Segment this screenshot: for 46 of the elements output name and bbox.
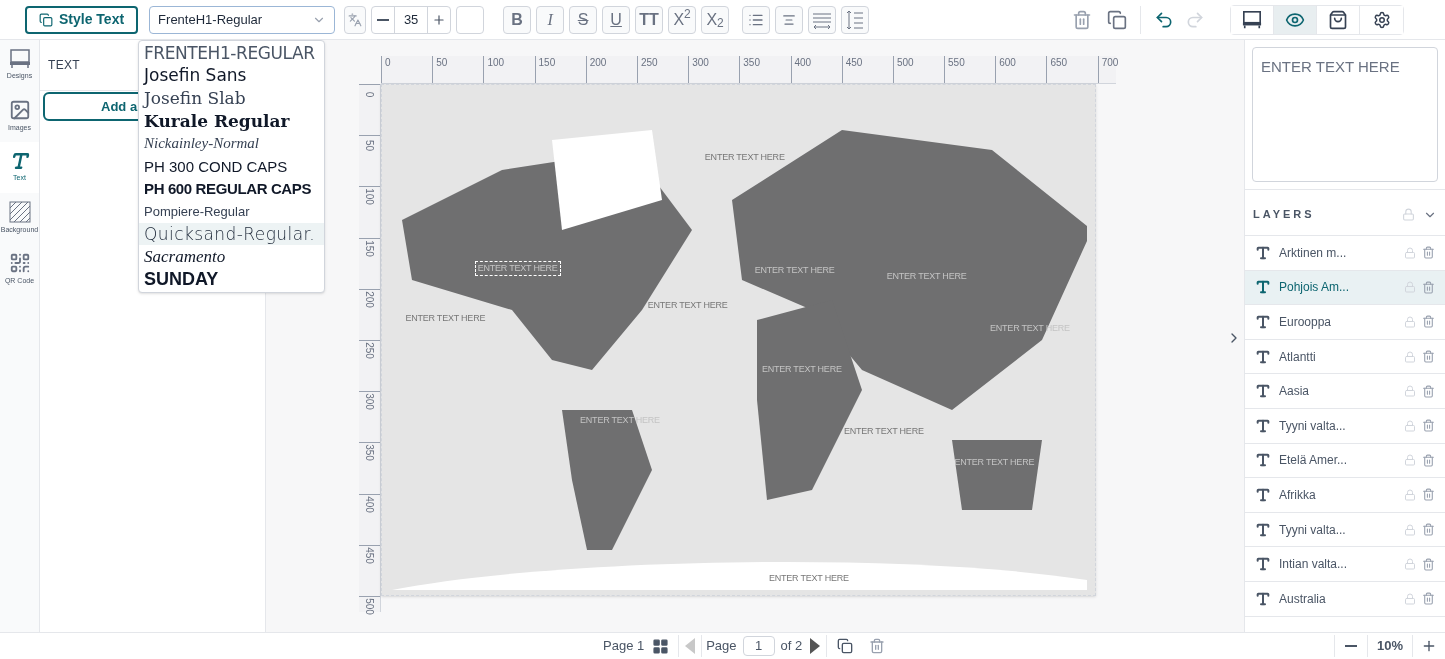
format-button[interactable]: I: [536, 5, 565, 34]
text-input-field[interactable]: ENTER TEXT HERE: [1252, 47, 1438, 182]
canvas-text[interactable]: ENTER TEXT HERE: [841, 425, 926, 439]
layer-row[interactable]: Pohjois Am...: [1245, 270, 1445, 306]
font-option[interactable]: Quicksand-Regular.: [139, 222, 324, 246]
font-select[interactable]: FrenteH1-Regular: [149, 5, 336, 34]
format-button[interactable]: S: [569, 5, 598, 34]
style-text-button[interactable]: Style Text: [25, 5, 139, 34]
layer-name: Eurooppa: [1279, 314, 1333, 331]
layer-name: Aasia: [1279, 383, 1311, 401]
font-option[interactable]: Kurale Regular: [139, 109, 324, 133]
font-option[interactable]: Nickainley-Normal: [139, 132, 324, 155]
font-option[interactable]: Sacramento: [139, 245, 324, 268]
layer-name: Arktinen m...: [1279, 244, 1348, 262]
font-option[interactable]: Josefin Slab: [139, 87, 324, 110]
format-button[interactable]: X$^{2}$: [668, 5, 697, 34]
format-button[interactable]: B: [503, 5, 532, 34]
layer-name: Tyyni valta...: [1279, 521, 1347, 539]
layer-name: Atlantti: [1279, 348, 1317, 366]
layer-name: Australia: [1279, 590, 1327, 608]
canvas-text[interactable]: ENTER TEXT HERE: [403, 311, 488, 326]
panel-title: TEXT: [48, 57, 80, 74]
page-total: of 2: [780, 637, 803, 656]
font-option[interactable]: PH 600 REGULAR CAPS: [139, 177, 324, 201]
font-option[interactable]: PH 300 COND CAPS: [139, 154, 324, 178]
font-option[interactable]: SUNDAY: [139, 267, 324, 291]
layer-name: Intian valta...: [1279, 556, 1349, 574]
page-label: Page 1: [603, 637, 645, 656]
canvas-text[interactable]: ENTER TEXT HERE: [767, 572, 851, 586]
layer-name: Afrikka: [1279, 486, 1317, 504]
horizontal-ruler: 0 50 100 150 200 250 300 350 400 450 500 550 600 650 700: [381, 56, 1116, 84]
format-button[interactable]: TT: [635, 5, 664, 34]
format-button[interactable]: X$_{2}$: [701, 5, 730, 34]
canvas-text[interactable]: ENTER TEXT HERE: [702, 151, 787, 165]
layer-name: Tyyni valta...: [1279, 417, 1347, 435]
font-option[interactable]: FRENTEH1-REGULAR: [139, 42, 324, 65]
layers-title: LAYERS: [1253, 207, 1316, 223]
page-number-field[interactable]: 1: [742, 636, 775, 656]
font-option[interactable]: Josefin Sans: [139, 64, 324, 88]
canvas-text[interactable]: ENTER TEXT HERE: [645, 299, 730, 313]
format-button[interactable]: U: [602, 5, 631, 34]
font-option[interactable]: Pompiere-Regular: [139, 200, 324, 223]
layer-name: Pohjois Am...: [1279, 279, 1351, 297]
page-word: Page: [706, 637, 737, 656]
layer-name: Etelä Amer...: [1279, 452, 1349, 470]
zoom-level: 10%: [1376, 637, 1404, 656]
